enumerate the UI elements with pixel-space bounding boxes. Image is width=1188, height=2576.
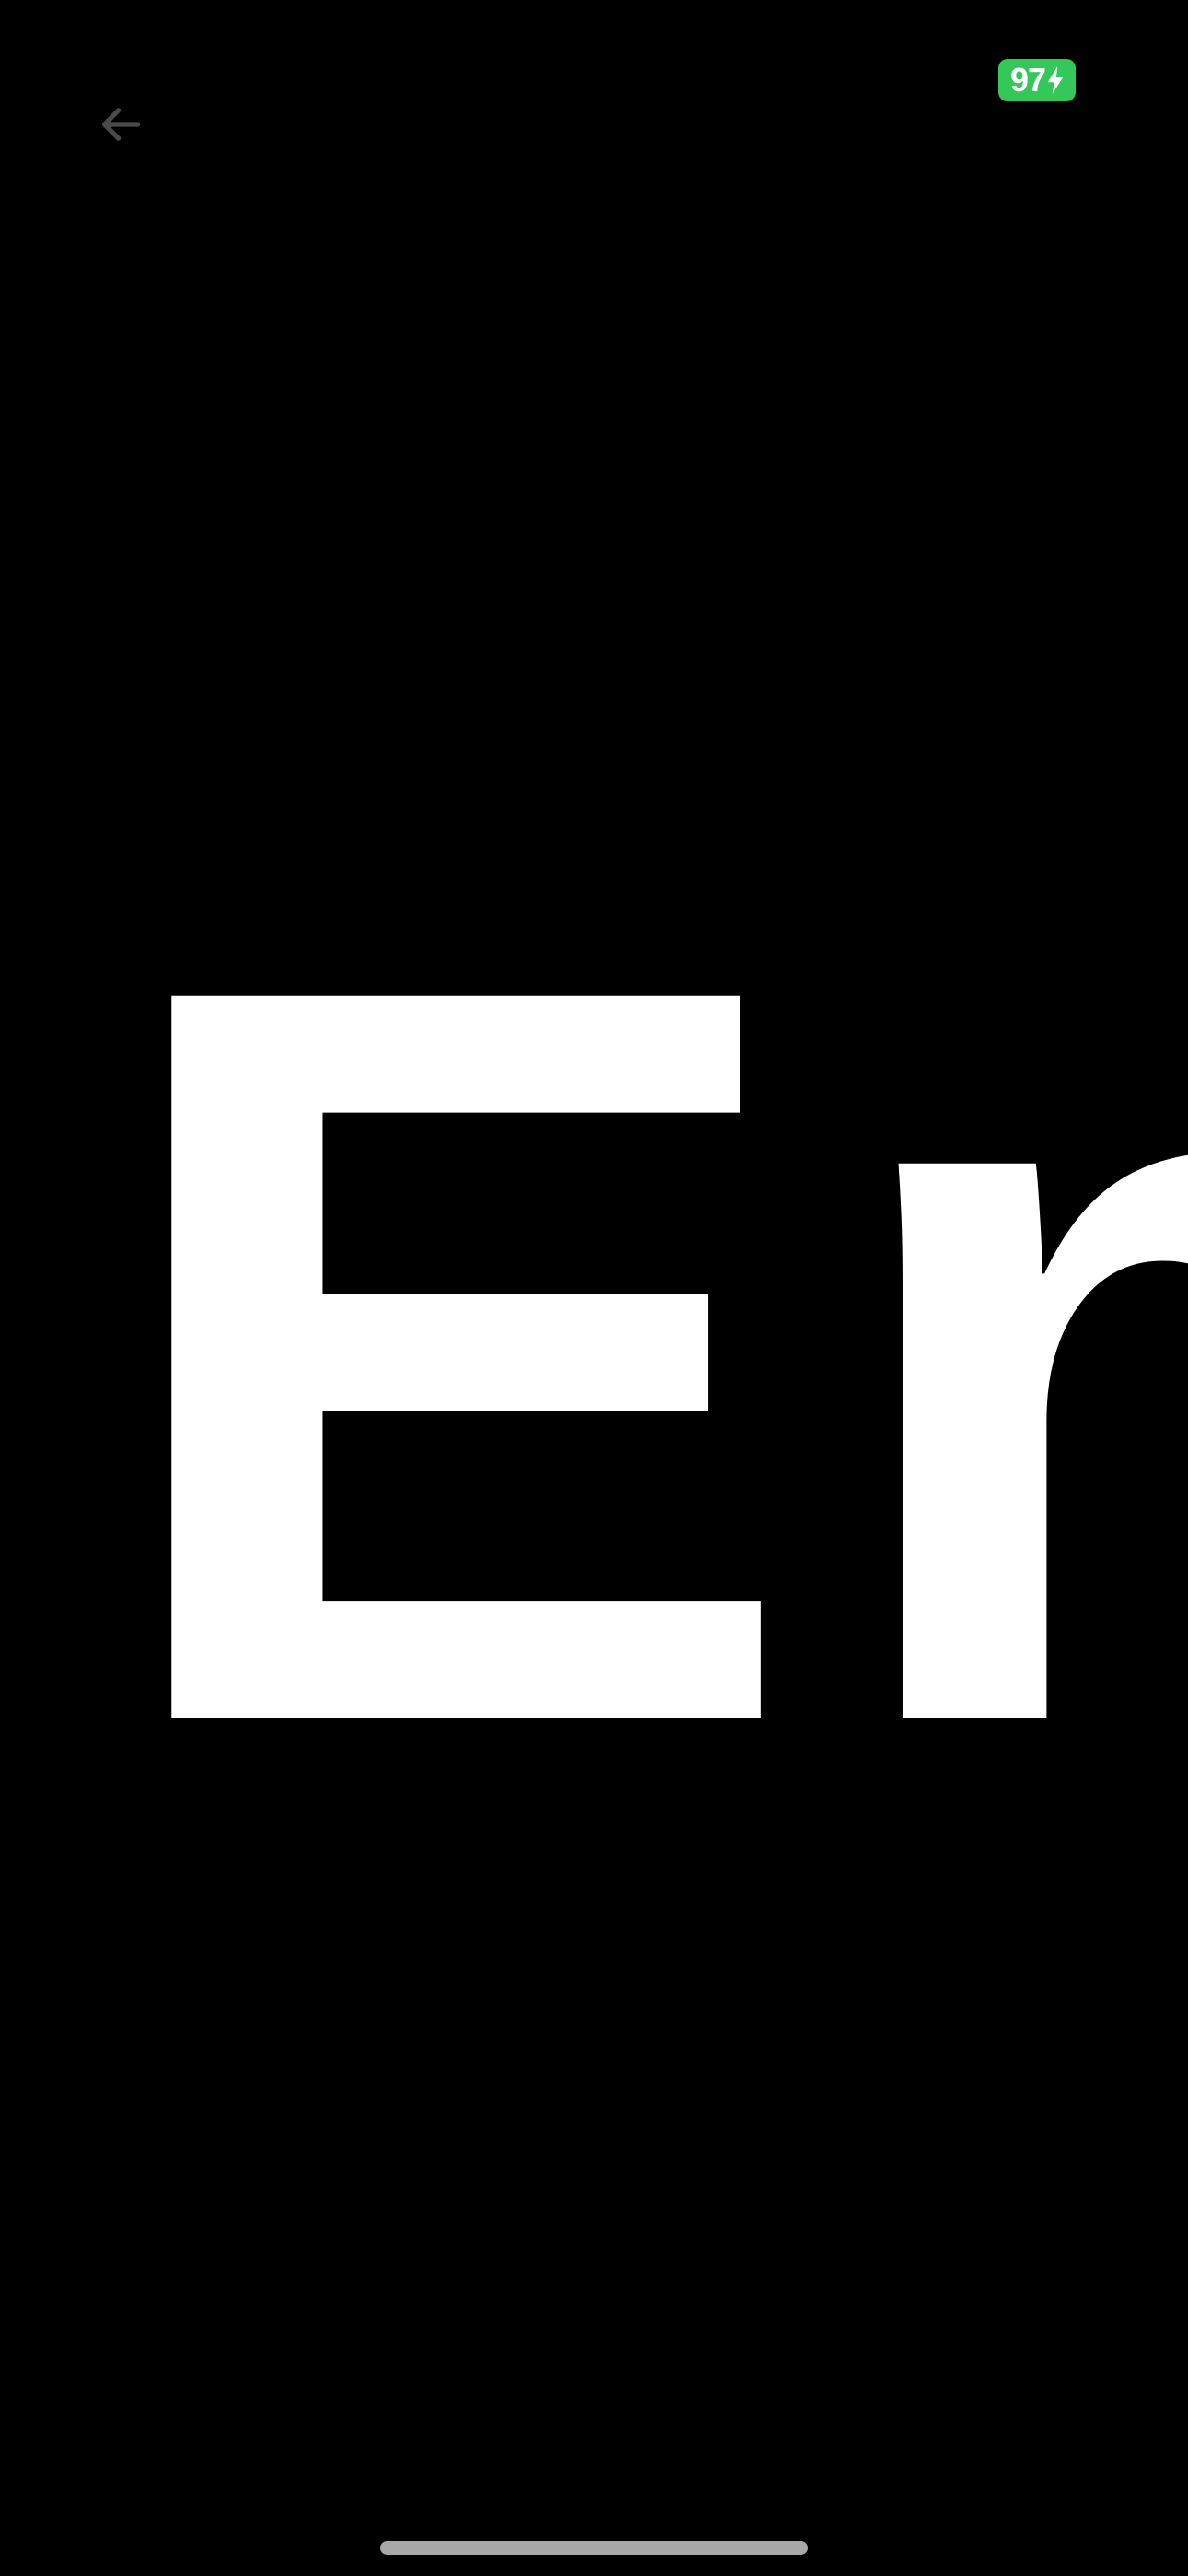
home-indicator[interactable]: [380, 2541, 808, 2555]
back-button[interactable]: [88, 92, 153, 157]
fullscreen-text-view: 97 En: [0, 0, 1188, 2576]
status-bar: 97: [0, 0, 1188, 120]
large-display-text: En: [101, 767, 1188, 1941]
battery-level: 97: [1009, 61, 1046, 99]
arrow-left-icon: [101, 108, 141, 141]
battery-indicator: 97: [998, 59, 1076, 101]
charging-bolt-icon: [1047, 66, 1064, 94]
